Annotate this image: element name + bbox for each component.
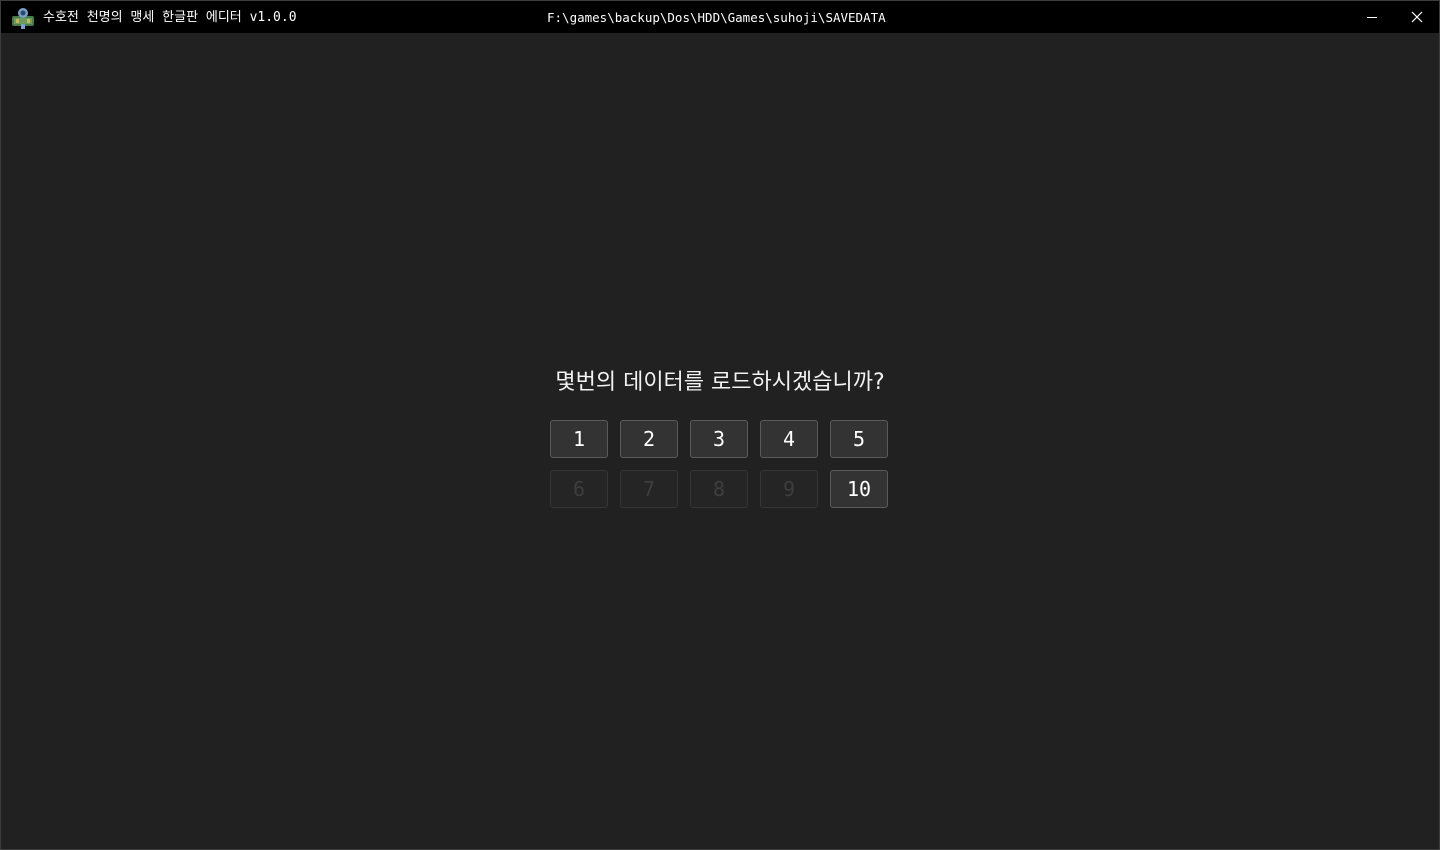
app-window: 수호전 천명의 맹세 한글판 에디터 v1.0.0 F:\games\backu… <box>0 0 1440 850</box>
minimize-icon <box>1366 8 1378 27</box>
title-bar[interactable]: 수호전 천명의 맹세 한글판 에디터 v1.0.0 F:\games\backu… <box>1 1 1439 33</box>
slot-button-1[interactable]: 1 <box>550 420 608 458</box>
save-path: F:\games\backup\Dos\HDD\Games\suhoji\SAV… <box>547 10 886 25</box>
slot-button-9[interactable]: 9 <box>760 470 818 508</box>
main-content: 몇번의 데이터를 로드하시겠습니까? 1 2 3 4 5 6 7 8 9 10 <box>1 33 1439 849</box>
slot-button-4[interactable]: 4 <box>760 420 818 458</box>
slot-button-7[interactable]: 7 <box>620 470 678 508</box>
slot-button-2[interactable]: 2 <box>620 420 678 458</box>
window-title: 수호전 천명의 맹세 한글판 에디터 v1.0.0 <box>43 10 297 25</box>
slot-button-10[interactable]: 10 <box>830 470 888 508</box>
slot-button-3[interactable]: 3 <box>690 420 748 458</box>
minimize-button[interactable] <box>1349 1 1395 33</box>
app-icon <box>11 6 35 30</box>
slot-button-8[interactable]: 8 <box>690 470 748 508</box>
slot-button-6[interactable]: 6 <box>550 470 608 508</box>
close-button[interactable] <box>1394 1 1440 33</box>
slot-button-5[interactable]: 5 <box>830 420 888 458</box>
close-icon <box>1411 8 1423 27</box>
load-prompt: 몇번의 데이터를 로드하시겠습니까? <box>555 370 885 395</box>
